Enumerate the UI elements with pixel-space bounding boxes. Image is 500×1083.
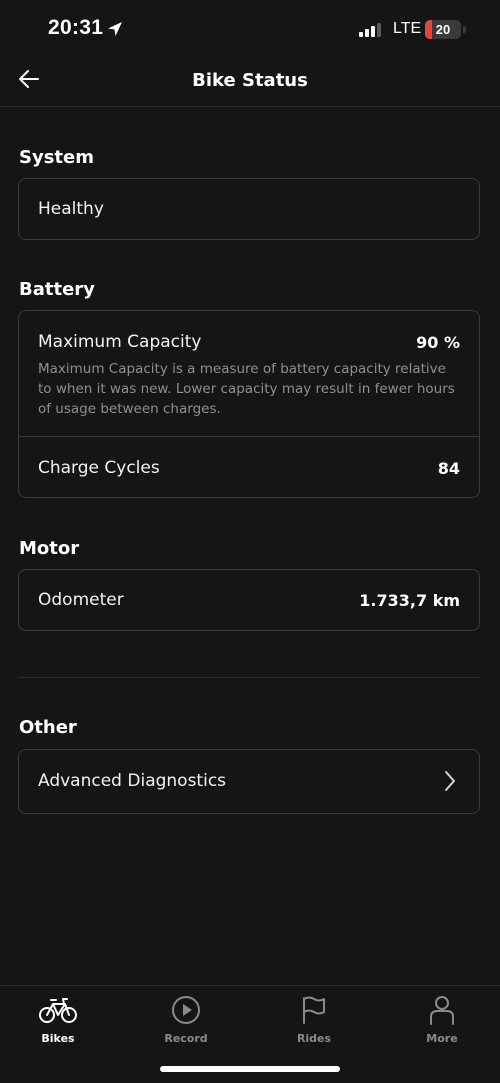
network-type: LTE bbox=[393, 20, 422, 37]
section-title-system: System bbox=[19, 147, 94, 168]
tab-record[interactable]: Record bbox=[136, 994, 236, 1045]
battery-card: Maximum Capacity 90 % Maximum Capacity i… bbox=[18, 310, 480, 498]
charge-cycles-label: Charge Cycles bbox=[38, 458, 160, 478]
play-circle-icon bbox=[136, 994, 236, 1026]
tab-more[interactable]: More bbox=[392, 994, 492, 1045]
section-divider bbox=[18, 677, 480, 678]
location-arrow-icon bbox=[106, 20, 124, 42]
odometer-label: Odometer bbox=[38, 590, 124, 610]
odometer-value: 1.733,7 km bbox=[359, 591, 460, 610]
status-bar: 20:31 LTE 20 bbox=[0, 0, 500, 60]
tab-rides[interactable]: Rides bbox=[264, 994, 364, 1045]
tab-bikes[interactable]: Bikes bbox=[8, 994, 108, 1045]
page-title: Bike Status bbox=[192, 70, 308, 91]
bike-icon bbox=[8, 994, 108, 1026]
battery-cap bbox=[463, 26, 466, 33]
section-title-battery: Battery bbox=[19, 279, 95, 300]
chevron-right-icon bbox=[443, 770, 457, 796]
system-status: Healthy bbox=[38, 199, 104, 219]
tab-label: More bbox=[426, 1032, 458, 1045]
home-indicator bbox=[160, 1066, 340, 1072]
section-title-other: Other bbox=[19, 717, 77, 738]
motor-card: Odometer 1.733,7 km bbox=[18, 569, 480, 631]
flag-icon bbox=[264, 994, 364, 1026]
charge-cycles-value: 84 bbox=[437, 459, 460, 478]
person-icon bbox=[392, 994, 492, 1026]
card-divider bbox=[19, 436, 479, 437]
system-card: Healthy bbox=[18, 178, 480, 240]
max-capacity-description: Maximum Capacity is a measure of battery… bbox=[38, 361, 455, 417]
cellular-signal-icon bbox=[359, 22, 381, 41]
advanced-diagnostics-row[interactable]: Advanced Diagnostics bbox=[18, 749, 480, 814]
status-time: 20:31 bbox=[48, 16, 104, 39]
tab-label: Rides bbox=[296, 1032, 332, 1045]
max-capacity-label: Maximum Capacity bbox=[38, 332, 202, 352]
tab-label: Bikes bbox=[41, 1032, 75, 1045]
battery-icon: 20 bbox=[425, 20, 461, 39]
advanced-diagnostics-label: Advanced Diagnostics bbox=[38, 771, 227, 791]
max-capacity-value: 90 % bbox=[416, 333, 460, 352]
battery-level-text: 20 bbox=[435, 22, 451, 37]
nav-bar: Bike Status bbox=[0, 60, 500, 107]
tab-label: Record bbox=[164, 1032, 208, 1045]
section-title-motor: Motor bbox=[19, 538, 80, 559]
